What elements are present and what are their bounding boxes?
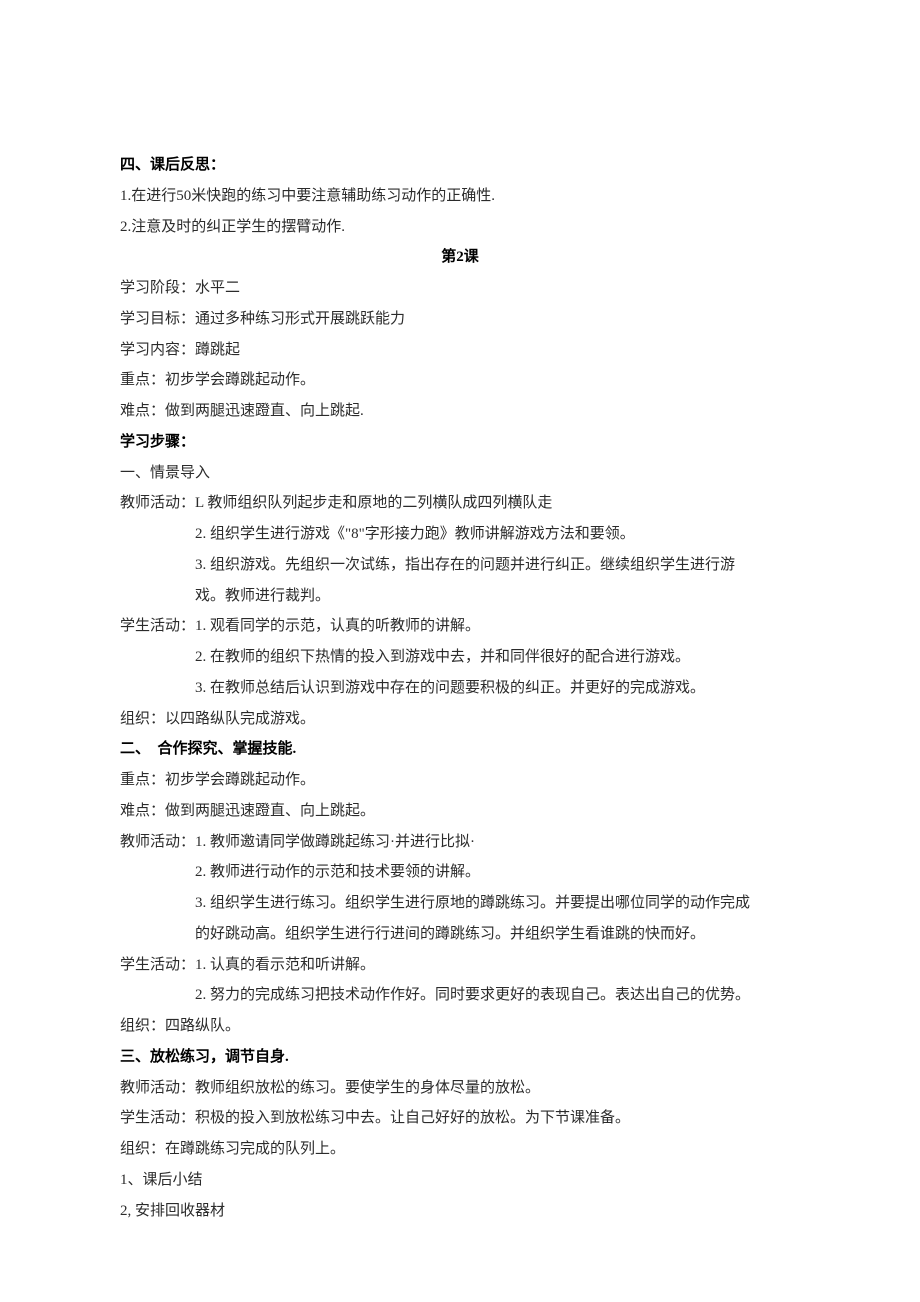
section3-heading: 三、放松练习，调节自身. bbox=[120, 1042, 800, 1073]
teacher-activity-b3b: 的好跳动高。组织学生进行行进间的蹲跳练习。并组织学生看谁跳的快而好。 bbox=[120, 919, 800, 950]
learning-steps-heading: 学习步骤： bbox=[120, 427, 800, 458]
student-activity-b2: 2. 努力的完成练习把技术动作作好。同时要求更好的表现自己。表达出自己的优势。 bbox=[120, 980, 800, 1011]
learning-stage: 学习阶段：水平二 bbox=[120, 273, 800, 304]
relax-org: 组织：在蹲跳练习完成的队列上。 bbox=[120, 1134, 800, 1165]
difficult-point-2: 难点：做到两腿迅速蹬直、向上跳起。 bbox=[120, 796, 800, 827]
teacher-activity-b1: 教师活动：1. 教师邀请同学做蹲跳起练习·并进行比拟· bbox=[120, 827, 800, 858]
organization-2: 组织：四路纵队。 bbox=[120, 1011, 800, 1042]
reflection-item-1: 1.在进行50米快跑的练习中要注意辅助练习动作的正确性. bbox=[120, 181, 800, 212]
teacher-activity-3a: 3. 组织游戏。先组织一次试练，指出存在的问题并进行纠正。继续组织学生进行游 bbox=[120, 550, 800, 581]
relax-student: 学生活动：积极的投入到放松练习中去。让自己好好的放松。为下节课准备。 bbox=[120, 1103, 800, 1134]
section2-heading: 二、 合作探究、掌握技能. bbox=[120, 734, 800, 765]
key-point-2: 重点：初步学会蹲跳起动作。 bbox=[120, 765, 800, 796]
section1-heading: 一、情景导入 bbox=[120, 458, 800, 489]
teacher-activity-b2: 2. 教师进行动作的示范和技术要领的讲解。 bbox=[120, 857, 800, 888]
teacher-activity-2: 2. 组织学生进行游戏《"8"字形接力跑》教师讲解游戏方法和要领。 bbox=[120, 519, 800, 550]
difficult-point: 难点：做到两腿迅速蹬直、向上跳起. bbox=[120, 396, 800, 427]
document-page: 四、课后反思： 1.在进行50米快跑的练习中要注意辅助练习动作的正确性. 2.注… bbox=[0, 0, 920, 1286]
teacher-activity-3b: 戏。教师进行裁判。 bbox=[120, 581, 800, 612]
student-activity-3: 3. 在教师总结后认识到游戏中存在的问题要积极的纠正。并更好的完成游戏。 bbox=[120, 673, 800, 704]
student-activity-2: 2. 在教师的组织下热情的投入到游戏中去，并和同伴很好的配合进行游戏。 bbox=[120, 642, 800, 673]
key-point: 重点：初步学会蹲跳起动作。 bbox=[120, 365, 800, 396]
teacher-activity-1: 教师活动：L 教师组织队列起步走和原地的二列横队成四列横队走 bbox=[120, 488, 800, 519]
teacher-activity-b3a: 3. 组织学生进行练习。组织学生进行原地的蹲跳练习。并要提出哪位同学的动作完成 bbox=[120, 888, 800, 919]
lesson-2-title: 第2课 bbox=[120, 242, 800, 273]
end-item-2: 2, 安排回收器材 bbox=[120, 1196, 800, 1227]
end-item-1: 1、课后小结 bbox=[120, 1165, 800, 1196]
relax-teacher: 教师活动：教师组织放松的练习。要使学生的身体尽量的放松。 bbox=[120, 1073, 800, 1104]
section4-heading: 四、课后反思： bbox=[120, 150, 800, 181]
reflection-item-2: 2.注意及时的纠正学生的摆臂动作. bbox=[120, 212, 800, 243]
learning-goal: 学习目标：通过多种练习形式开展跳跃能力 bbox=[120, 304, 800, 335]
student-activity-b1: 学生活动：1. 认真的看示范和听讲解。 bbox=[120, 950, 800, 981]
student-activity-1: 学生活动：1. 观看同学的示范，认真的听教师的讲解。 bbox=[120, 611, 800, 642]
organization-1: 组织：以四路纵队完成游戏。 bbox=[120, 704, 800, 735]
learning-content: 学习内容：蹲跳起 bbox=[120, 335, 800, 366]
